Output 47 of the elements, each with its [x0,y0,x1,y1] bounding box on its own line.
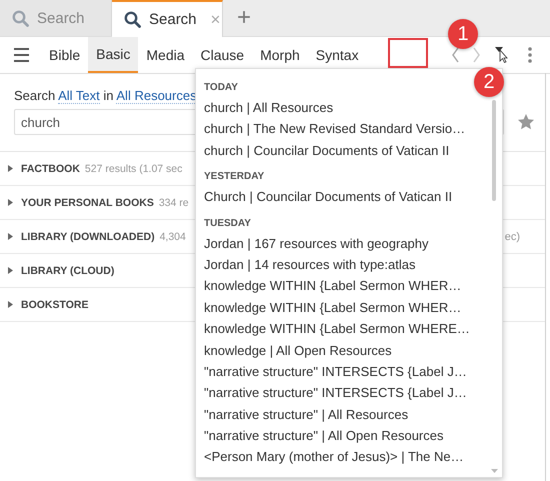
history-item[interactable]: knowledge | All Open Resources [204,340,392,361]
star-icon[interactable] [518,114,534,130]
mode-tab[interactable]: Basic [88,37,138,73]
highlight-box [388,38,428,68]
history-item[interactable]: Jordan | 14 resources with type:atlas [204,254,416,276]
expand-icon[interactable] [7,301,14,308]
search-icon [12,10,29,26]
history-item[interactable]: knowledge WITHIN {Label Sermon WHER… [204,296,462,318]
expand-icon[interactable] [7,199,14,206]
dropdown-arrow-icon[interactable] [495,47,508,63]
history-item[interactable]: "narrative structure" | All Open Resources [204,425,444,446]
section-title[interactable]: YOUR PERSONAL BOOKS [21,196,154,208]
group-heading: YESTERDAY [204,170,264,184]
history-item[interactable]: church | The New Revised Standard Versio… [204,118,466,140]
section-title[interactable]: LIBRARY (CLOUD) [21,264,114,276]
mode-tab[interactable]: Bible [41,37,88,73]
history-item[interactable]: church | All Resources [204,97,334,118]
result-count: 334 re [158,196,189,208]
section-title[interactable]: BOOKSTORE [21,298,88,310]
expand-icon[interactable] [7,267,14,274]
result-count: 527 results (1.07 sec [84,162,182,174]
section-title[interactable]: FACTBOOK [21,162,80,174]
group-heading: TODAY [204,81,238,95]
history-item[interactable]: "narrative structure" INTERSECTS {Label J… [204,382,467,404]
more-icon[interactable] [528,47,532,63]
mode-tab[interactable]: Media [138,37,193,73]
section-title[interactable]: LIBRARY (DOWNLOADED) [21,230,155,242]
history-item[interactable]: Church | Councilar Documents of Vatican II [204,186,452,208]
history-item[interactable]: "narrative structure" | All Resources [204,404,408,426]
history-item[interactable]: Jordan | 167 resources with geography [204,232,429,254]
search-icon [124,11,141,28]
search-tab[interactable]: Search × [112,0,223,37]
new-tab-button[interactable]: + [237,6,252,30]
history-item[interactable]: church | Councilar Documents of Vatican II [204,140,450,162]
result-count: 4,304 [160,230,186,242]
back-icon[interactable] [451,47,460,63]
history-item[interactable]: knowledge WITHIN {Label Sermon WHERE… [204,318,470,340]
history-item[interactable]: <Person Mary (mother of Jesus)> | The Ne… [204,446,464,468]
history-item[interactable]: knowledge WITHIN {Label Sermon WHER… [204,275,462,297]
expand-icon[interactable] [7,165,14,172]
scrollbar-thumb[interactable] [492,100,496,201]
menu-icon[interactable] [14,47,29,63]
history-item[interactable]: "narrative structure" INTERSECTS {Label J… [204,360,467,382]
result-count: ec) [504,230,520,242]
scope-link[interactable]: All Text [58,88,100,104]
group-heading: TUESDAY [204,216,251,231]
expand-icon[interactable] [7,233,14,240]
